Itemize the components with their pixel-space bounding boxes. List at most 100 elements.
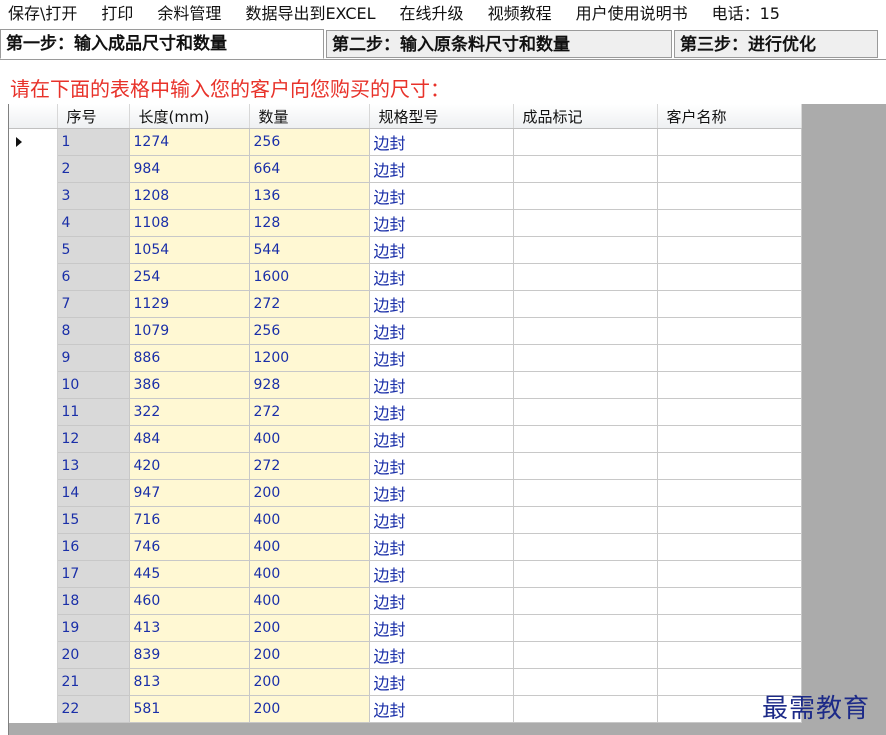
row-header[interactable] xyxy=(9,695,58,723)
cell-mark[interactable] xyxy=(512,695,658,723)
menu-remnant-management[interactable]: 余料管理 xyxy=(145,2,233,26)
cell-qty[interactable]: 128 xyxy=(248,209,370,237)
cell-customer[interactable] xyxy=(656,641,802,669)
cell-length[interactable]: 413 xyxy=(128,614,250,642)
cell-mark[interactable] xyxy=(512,587,658,615)
cell-customer[interactable] xyxy=(656,371,802,399)
menu-save-open[interactable]: 保存\打开 xyxy=(0,2,89,26)
cell-customer[interactable] xyxy=(656,209,802,237)
cell-length[interactable]: 886 xyxy=(128,344,250,372)
row-header[interactable] xyxy=(9,587,58,615)
cell-qty[interactable]: 1200 xyxy=(248,344,370,372)
cell-length[interactable]: 839 xyxy=(128,641,250,669)
row-header[interactable] xyxy=(9,668,58,696)
cell-seq[interactable]: 14 xyxy=(56,479,130,507)
cell-seq[interactable]: 7 xyxy=(56,290,130,318)
cell-customer[interactable] xyxy=(656,344,802,372)
column-header-mark[interactable]: 成品标记 xyxy=(513,104,658,129)
cell-mark[interactable] xyxy=(512,506,658,534)
cell-seq[interactable]: 13 xyxy=(56,452,130,480)
cell-qty[interactable]: 400 xyxy=(248,506,370,534)
cell-seq[interactable]: 6 xyxy=(56,263,130,291)
table-row[interactable]: 11 322 272 边封 xyxy=(9,398,802,426)
cell-customer[interactable] xyxy=(656,236,802,264)
cell-seq[interactable]: 20 xyxy=(56,641,130,669)
row-header[interactable] xyxy=(9,479,58,507)
cell-qty[interactable]: 272 xyxy=(248,452,370,480)
cell-spec[interactable]: 边封 xyxy=(368,398,514,426)
row-header[interactable] xyxy=(9,209,58,237)
cell-spec[interactable]: 边封 xyxy=(368,209,514,237)
cell-customer[interactable] xyxy=(656,398,802,426)
cell-spec[interactable]: 边封 xyxy=(368,560,514,588)
row-header[interactable] xyxy=(9,263,58,291)
row-header[interactable] xyxy=(9,533,58,561)
cell-seq[interactable]: 11 xyxy=(56,398,130,426)
cell-mark[interactable] xyxy=(512,263,658,291)
table-row[interactable]: 19 413 200 边封 xyxy=(9,614,802,642)
row-header[interactable] xyxy=(9,155,58,183)
row-header[interactable] xyxy=(9,128,58,156)
row-header[interactable] xyxy=(9,452,58,480)
cell-length[interactable]: 984 xyxy=(128,155,250,183)
cell-seq[interactable]: 8 xyxy=(56,317,130,345)
cell-mark[interactable] xyxy=(512,209,658,237)
row-header[interactable] xyxy=(9,344,58,372)
cell-qty[interactable]: 1600 xyxy=(248,263,370,291)
cell-length[interactable]: 386 xyxy=(128,371,250,399)
cell-spec[interactable]: 边封 xyxy=(368,317,514,345)
table-row[interactable]: 17 445 400 边封 xyxy=(9,560,802,588)
cell-qty[interactable]: 200 xyxy=(248,479,370,507)
cell-mark[interactable] xyxy=(512,398,658,426)
cell-qty[interactable]: 400 xyxy=(248,425,370,453)
row-header[interactable] xyxy=(9,506,58,534)
cell-customer[interactable] xyxy=(656,317,802,345)
menu-print[interactable]: 打印 xyxy=(89,2,145,26)
cell-length[interactable]: 581 xyxy=(128,695,250,723)
row-header[interactable] xyxy=(9,614,58,642)
cell-qty[interactable]: 200 xyxy=(248,695,370,723)
cell-qty[interactable]: 200 xyxy=(248,641,370,669)
cell-customer[interactable] xyxy=(656,182,802,210)
table-row[interactable]: 1 1274 256 边封 xyxy=(9,128,802,156)
table-row[interactable]: 2 984 664 边封 xyxy=(9,155,802,183)
cell-seq[interactable]: 18 xyxy=(56,587,130,615)
table-row[interactable]: 18 460 400 边封 xyxy=(9,587,802,615)
cell-spec[interactable]: 边封 xyxy=(368,182,514,210)
cell-mark[interactable] xyxy=(512,155,658,183)
cell-qty[interactable]: 400 xyxy=(248,587,370,615)
cell-spec[interactable]: 边封 xyxy=(368,668,514,696)
cell-seq[interactable]: 12 xyxy=(56,425,130,453)
cell-spec[interactable]: 边封 xyxy=(368,290,514,318)
cell-length[interactable]: 420 xyxy=(128,452,250,480)
cell-seq[interactable]: 9 xyxy=(56,344,130,372)
cell-customer[interactable] xyxy=(656,506,802,534)
table-row[interactable]: 7 1129 272 边封 xyxy=(9,290,802,318)
cell-length[interactable]: 1108 xyxy=(128,209,250,237)
cell-mark[interactable] xyxy=(512,236,658,264)
column-header-spec[interactable]: 规格型号 xyxy=(369,104,514,129)
cell-length[interactable]: 1079 xyxy=(128,317,250,345)
cell-length[interactable]: 322 xyxy=(128,398,250,426)
cell-qty[interactable]: 272 xyxy=(248,398,370,426)
cell-spec[interactable]: 边封 xyxy=(368,533,514,561)
cell-qty[interactable]: 200 xyxy=(248,614,370,642)
cell-customer[interactable] xyxy=(656,452,802,480)
row-header[interactable] xyxy=(9,398,58,426)
cell-length[interactable]: 1274 xyxy=(128,128,250,156)
cell-customer[interactable] xyxy=(656,128,802,156)
row-header[interactable] xyxy=(9,560,58,588)
cell-customer[interactable] xyxy=(656,533,802,561)
cell-seq[interactable]: 17 xyxy=(56,560,130,588)
tab-step-3[interactable]: 第三步：进行优化 xyxy=(674,30,878,58)
cell-length[interactable]: 813 xyxy=(128,668,250,696)
column-header-seq[interactable]: 序号 xyxy=(57,104,130,129)
cell-seq[interactable]: 3 xyxy=(56,182,130,210)
cell-qty[interactable]: 200 xyxy=(248,668,370,696)
cell-length[interactable]: 1129 xyxy=(128,290,250,318)
menu-online-upgrade[interactable]: 在线升级 xyxy=(388,2,476,26)
cell-length[interactable]: 947 xyxy=(128,479,250,507)
cell-customer[interactable] xyxy=(656,263,802,291)
row-header[interactable] xyxy=(9,236,58,264)
menu-video-tutorial[interactable]: 视频教程 xyxy=(476,2,564,26)
